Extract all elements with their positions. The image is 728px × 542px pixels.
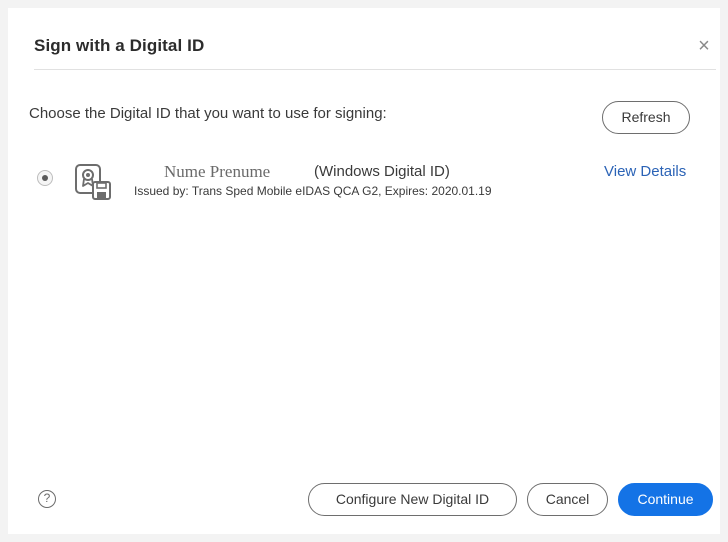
- dialog-title: Sign with a Digital ID: [34, 36, 205, 55]
- digital-id-name: Nume Prenume: [164, 162, 271, 181]
- continue-button[interactable]: Continue: [618, 483, 713, 516]
- refresh-button[interactable]: Refresh: [602, 101, 690, 134]
- digital-id-radio[interactable]: [37, 170, 53, 186]
- window-frame: Sign with a Digital ID × Choose the Digi…: [0, 0, 728, 542]
- close-icon[interactable]: ×: [692, 34, 716, 58]
- help-icon[interactable]: ?: [38, 490, 56, 508]
- instruction-text: Choose the Digital ID that you want to u…: [29, 105, 387, 122]
- view-details-link[interactable]: View Details: [604, 163, 686, 180]
- configure-new-digital-id-button[interactable]: Configure New Digital ID: [308, 483, 517, 516]
- title-divider: [34, 69, 716, 70]
- digital-id-issuer: Issued by: Trans Sped Mobile eIDAS QCA G…: [134, 184, 492, 198]
- digital-id-type: (Windows Digital ID): [314, 163, 450, 180]
- sign-digital-id-dialog: Sign with a Digital ID × Choose the Digi…: [8, 8, 720, 534]
- certificate-floppy-icon: [75, 164, 111, 200]
- cancel-button[interactable]: Cancel: [527, 483, 608, 516]
